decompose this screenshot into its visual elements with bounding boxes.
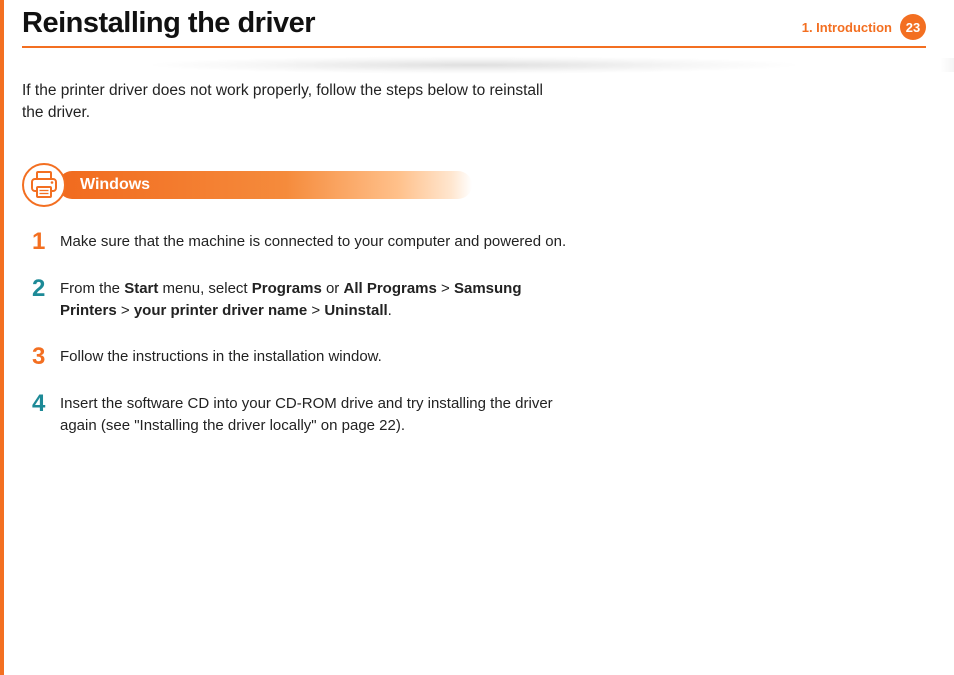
text-run: > [437, 280, 454, 297]
step-item: 4 Insert the software CD into your CD-RO… [32, 391, 572, 437]
step-item: 1 Make sure that the machine is connecte… [32, 229, 572, 254]
text-run: menu, select [158, 280, 251, 297]
bold-run: Start [124, 280, 158, 297]
document-page: Reinstalling the driver 1. Introduction … [0, 0, 954, 675]
steps-list: 1 Make sure that the machine is connecte… [32, 229, 572, 436]
step-number: 1 [32, 229, 60, 254]
step-text: Make sure that the machine is connected … [60, 229, 566, 254]
text-run: From the [60, 280, 124, 297]
section-heading: Windows [22, 163, 472, 207]
step-number: 2 [32, 276, 60, 322]
printer-icon [22, 163, 66, 207]
step-text: Insert the software CD into your CD-ROM … [60, 391, 572, 437]
text-run: > [117, 302, 134, 319]
step-number: 4 [32, 391, 60, 437]
text-run: . [388, 302, 392, 319]
page-header: Reinstalling the driver 1. Introduction … [22, 0, 926, 40]
section-title-text: Windows [80, 176, 150, 194]
step-item: 2 From the Start menu, select Programs o… [32, 276, 572, 322]
bold-run: your printer driver name [134, 302, 307, 319]
page-number-badge: 23 [900, 14, 926, 40]
page-fold-shadow [142, 56, 806, 74]
text-run: or [322, 280, 344, 297]
text-run: > [307, 302, 324, 319]
page-edge-shadow [940, 58, 954, 72]
step-item: 3 Follow the instructions in the install… [32, 344, 572, 369]
bold-run: Uninstall [324, 302, 387, 319]
step-text: Follow the instructions in the installat… [60, 344, 382, 369]
intro-paragraph: If the printer driver does not work prop… [22, 80, 562, 125]
chapter-label: 1. Introduction [802, 20, 892, 35]
step-text: From the Start menu, select Programs or … [60, 276, 572, 322]
header-divider [22, 46, 926, 48]
page-title: Reinstalling the driver [22, 7, 315, 40]
step-number: 3 [32, 344, 60, 369]
bold-run: All Programs [343, 280, 436, 297]
bold-run: Programs [252, 280, 322, 297]
header-meta: 1. Introduction 23 [802, 6, 926, 40]
section-title-pill: Windows [58, 171, 472, 199]
